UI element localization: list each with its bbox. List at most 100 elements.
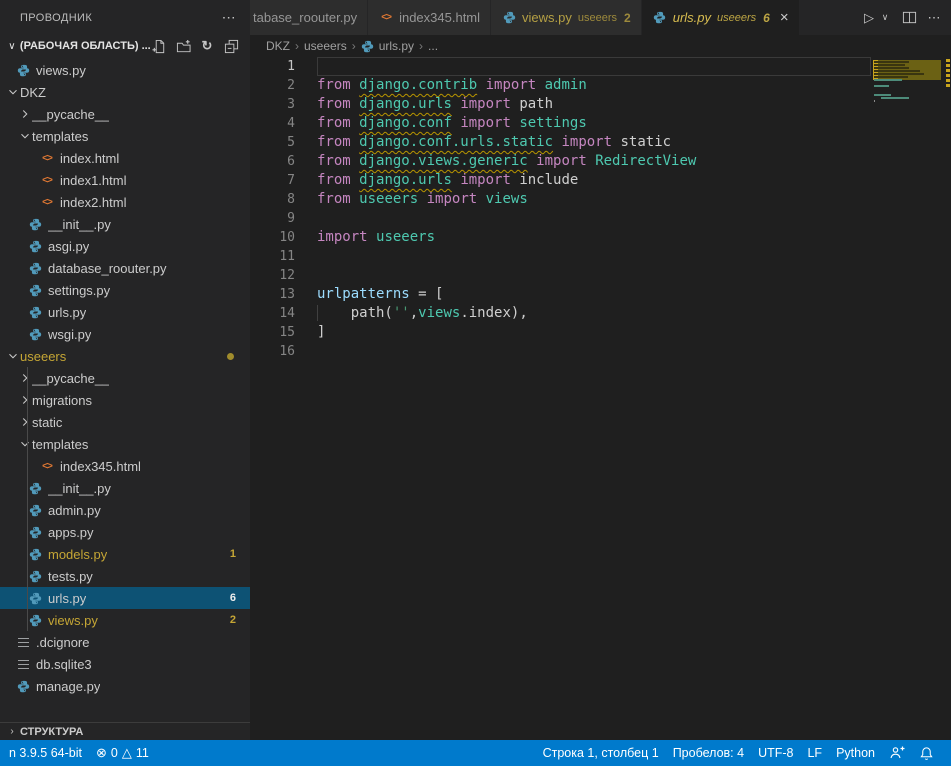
tree-item--init-py[interactable]: __init__.py (0, 213, 250, 235)
code-line: 11 (250, 247, 951, 266)
tree-item-db-sqlite3[interactable]: db.sqlite3 (0, 653, 250, 675)
problems-count-badge: 2 (230, 614, 236, 626)
bell-icon[interactable] (912, 740, 941, 766)
new-file-icon[interactable] (150, 37, 168, 55)
status-eol[interactable]: LF (800, 740, 829, 766)
breadcrumb-item-urls-py[interactable]: urls.py (361, 39, 414, 53)
tab-views-py[interactable]: views.pyuseeers2 (491, 0, 642, 35)
minimap-line (874, 100, 875, 102)
tree-item-views-py[interactable]: views.py (0, 59, 250, 81)
chevron-right-icon (18, 107, 32, 121)
workspace-section-header[interactable]: ∨ (РАБОЧАЯ ОБЛАСТЬ) ... ↻ (0, 35, 250, 57)
line-number: 8 (250, 192, 295, 207)
python-file-icon (27, 238, 43, 254)
status-language-mode[interactable]: Python (829, 740, 882, 766)
status-indentation[interactable]: Пробелов: 4 (666, 740, 751, 766)
tab-index345-html[interactable]: <>index345.html (368, 0, 491, 35)
outline-section-header[interactable]: › СТРУКТУРА (0, 722, 250, 740)
python-file-icon (27, 480, 43, 496)
tree-item-migrations[interactable]: migrations (0, 389, 250, 411)
python-file-icon (501, 10, 517, 26)
tree-item-admin-py[interactable]: admin.py (0, 499, 250, 521)
ruler-warning-mark (946, 74, 950, 77)
breadcrumb-label: DKZ (266, 39, 290, 53)
tree-item-index345-html[interactable]: <>index345.html (0, 455, 250, 477)
tree-item-database-roouter-py[interactable]: database_roouter.py (0, 257, 250, 279)
editor-actions: ▷∨ ⋯ (862, 0, 951, 35)
chevron-down-icon (6, 85, 20, 99)
tab-tabase-roouter-py[interactable]: tabase_roouter.py (250, 0, 368, 35)
minimap-line (874, 73, 924, 75)
tree-item--dcignore[interactable]: .dcignore (0, 631, 250, 653)
explorer-more-icon[interactable]: ⋯ (222, 9, 236, 26)
tree-item-dkz[interactable]: DKZ (0, 81, 250, 103)
python-file-icon (361, 39, 375, 53)
tree-item-label: tests.py (48, 569, 93, 584)
code-line: 13urlpatterns = [ (250, 285, 951, 304)
code-line: 10import useeers (250, 228, 951, 247)
tree-item-models-py[interactable]: models.py1 (0, 543, 250, 565)
tree-item-wsgi-py[interactable]: wsgi.py (0, 323, 250, 345)
code-line-content (317, 266, 871, 285)
breadcrumb-separator: › (295, 39, 299, 53)
tab-label: urls.py (673, 10, 711, 25)
tree-item-label: views.py (48, 613, 98, 628)
minimap-line (874, 85, 889, 87)
tree-item-settings-py[interactable]: settings.py (0, 279, 250, 301)
tree-item-label: manage.py (36, 679, 100, 694)
python-file-icon (15, 678, 31, 694)
tree-item-label: index.html (60, 151, 119, 166)
line-number: 6 (250, 154, 295, 169)
feedback-icon[interactable] (882, 740, 912, 766)
tree-item-views-py[interactable]: views.py 2 (0, 609, 250, 631)
tree-item--pycache-[interactable]: __pycache__ (0, 103, 250, 125)
status-problems[interactable]: ⊗0△11 (89, 740, 156, 766)
tree-item-index1-html[interactable]: <>index1.html (0, 169, 250, 191)
tree-item-templates[interactable]: templates (0, 125, 250, 147)
code-line: 9 (250, 209, 951, 228)
indent-guide (27, 367, 28, 631)
breadcrumb-item--[interactable]: ... (428, 39, 438, 53)
warning-icon: △ (122, 745, 132, 761)
status-cursor-position[interactable]: Строка 1, столбец 1 (536, 740, 666, 766)
close-icon[interactable]: × (780, 10, 789, 25)
tree-item-useeers[interactable]: useeers (0, 345, 250, 367)
code-line-content: from django.urls import include (317, 171, 871, 190)
code-line-content (317, 209, 871, 228)
new-folder-icon[interactable] (174, 37, 192, 55)
tree-item-templates[interactable]: templates (0, 433, 250, 455)
split-editor-icon[interactable] (902, 7, 917, 29)
tree-item--init-py[interactable]: __init__.py (0, 477, 250, 499)
run-dropdown-icon[interactable]: ∨ (878, 7, 892, 29)
tree-item-index-html[interactable]: <>index.html (0, 147, 250, 169)
tree-item-label: index2.html (60, 195, 126, 210)
more-actions-icon[interactable]: ⋯ (927, 7, 941, 29)
tree-item--pycache-[interactable]: __pycache__ (0, 367, 250, 389)
tree-item-static[interactable]: static (0, 411, 250, 433)
tree-item-asgi-py[interactable]: asgi.py (0, 235, 250, 257)
minimap[interactable] (873, 57, 945, 740)
status-python-interpreter[interactable]: n 3.9.5 64-bit (2, 740, 89, 766)
tree-item-tests-py[interactable]: tests.py (0, 565, 250, 587)
line-number: 7 (250, 173, 295, 188)
problems-count-badge: 1 (230, 548, 236, 560)
tab-description: useeers (717, 12, 756, 24)
tab-urls-py[interactable]: urls.pyuseeers6× (642, 0, 800, 35)
tree-item-index2-html[interactable]: <>index2.html (0, 191, 250, 213)
tree-item-apps-py[interactable]: apps.py (0, 521, 250, 543)
breadcrumb-item-useeers[interactable]: useeers (304, 39, 347, 53)
tree-item-urls-py[interactable]: urls.py6 (0, 587, 250, 609)
chevron-down-icon (18, 437, 32, 451)
collapse-all-icon[interactable] (222, 37, 240, 55)
run-python-file-icon[interactable]: ▷ (862, 7, 876, 29)
refresh-icon[interactable]: ↻ (198, 37, 216, 55)
breadcrumb: DKZ›useeers›urls.py›... (250, 35, 951, 57)
tree-item-urls-py[interactable]: urls.py (0, 301, 250, 323)
error-icon: ⊗ (96, 745, 107, 761)
breadcrumb-item-dkz[interactable]: DKZ (266, 39, 290, 53)
status-encoding[interactable]: UTF-8 (751, 740, 800, 766)
code-editor[interactable]: 12from django.contrib import admin3from … (250, 57, 951, 740)
code-line: 15] (250, 323, 951, 342)
tree-item-label: index345.html (60, 459, 141, 474)
tree-item-manage-py[interactable]: manage.py (0, 675, 250, 697)
